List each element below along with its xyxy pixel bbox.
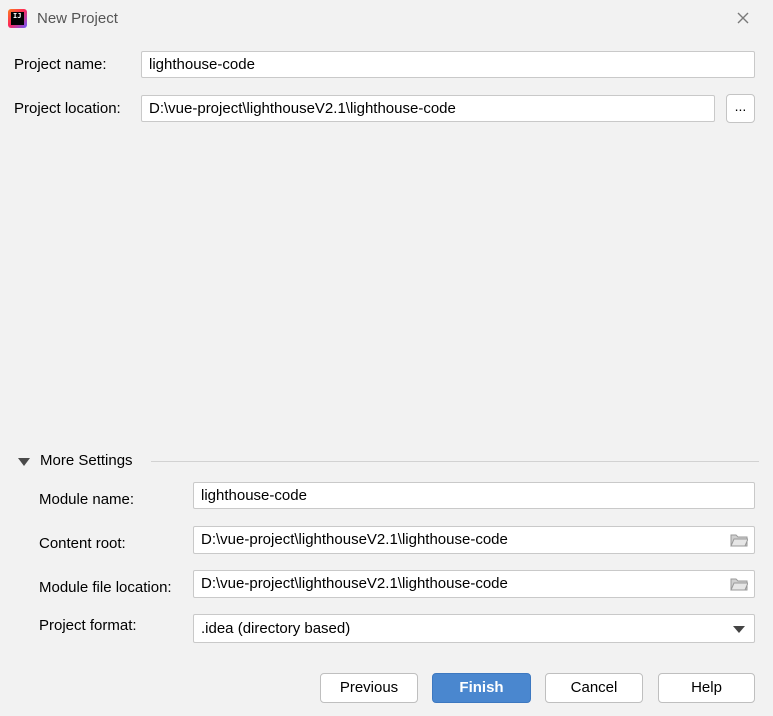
folder-icon[interactable] [730,533,748,547]
cancel-button[interactable]: Cancel [545,673,643,703]
content-root-label: Content root: [39,535,126,552]
previous-button[interactable]: Previous [320,673,418,703]
project-format-label: Project format: [39,617,137,634]
module-file-location-value: D:\vue-project\lighthouseV2.1\lighthouse… [201,575,508,592]
triangle-down-icon [18,458,30,466]
project-name-input[interactable]: lighthouse-code [141,51,755,78]
title-bar: IJ New Project [0,0,773,38]
project-location-label: Project location: [14,100,121,117]
more-settings-title: More Settings [40,452,133,469]
folder-icon[interactable] [730,577,748,591]
module-name-input[interactable]: lighthouse-code [193,482,755,509]
module-file-location-input[interactable]: D:\vue-project\lighthouseV2.1\lighthouse… [193,570,755,598]
finish-button[interactable]: Finish [432,673,531,703]
module-file-location-label: Module file location: [39,579,172,596]
project-format-select[interactable]: .idea (directory based) [193,614,755,643]
window-title: New Project [37,10,118,27]
content-root-value: D:\vue-project\lighthouseV2.1\lighthouse… [201,531,508,548]
dropdown-arrow-icon [733,626,745,633]
close-icon[interactable] [735,10,751,26]
browse-location-button[interactable]: ... [726,94,755,123]
project-location-input[interactable]: D:\vue-project\lighthouseV2.1\lighthouse… [141,95,715,122]
content-root-input[interactable]: D:\vue-project\lighthouseV2.1\lighthouse… [193,526,755,554]
section-divider [151,461,759,462]
intellij-idea-icon: IJ [8,9,27,28]
project-format-value: .idea (directory based) [201,620,351,637]
help-button[interactable]: Help [658,673,755,703]
project-name-label: Project name: [14,56,107,73]
module-name-label: Module name: [39,491,135,508]
